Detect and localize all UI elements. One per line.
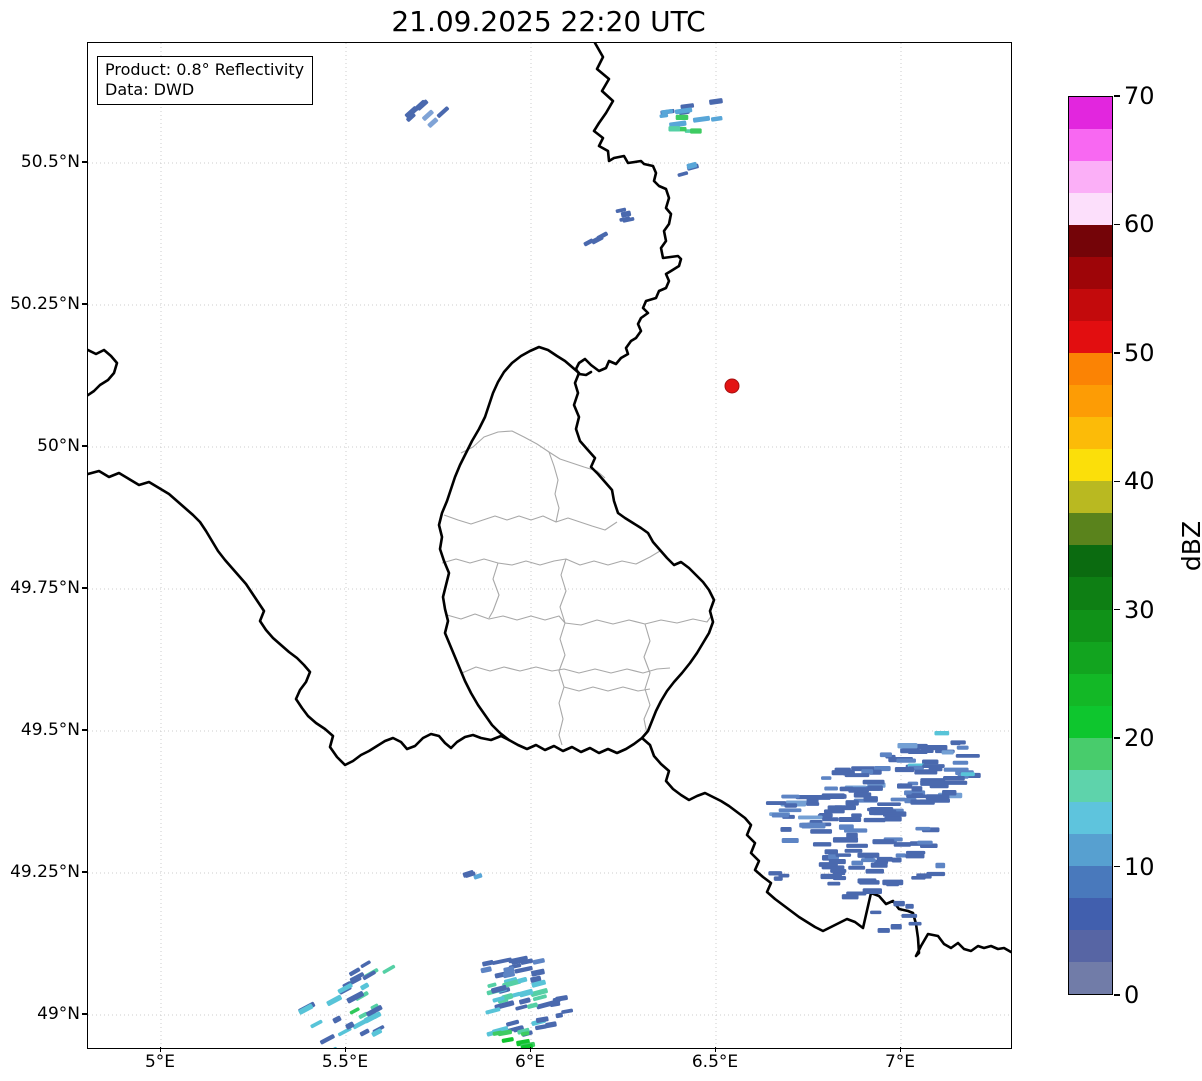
colorbar-segment — [1069, 289, 1112, 322]
echo-cluster-se-main — [765, 730, 981, 847]
colorbar-segment — [1069, 417, 1112, 450]
colorbar-segment — [1069, 641, 1112, 674]
colorbar-tick-mark — [1114, 737, 1120, 739]
y-tick-label: 49.5°N — [20, 720, 80, 740]
colorbar-segment — [1069, 321, 1112, 354]
colorbar-segment — [1069, 961, 1112, 994]
echo-cluster-west-dash — [462, 869, 483, 880]
echo-cluster-sw-main — [298, 972, 385, 1048]
colorbar-tick-mark — [1114, 95, 1120, 97]
radar-site-marker — [724, 378, 740, 394]
colorbar-unit-label: dBZ — [1177, 520, 1202, 572]
radar-echoes — [298, 98, 981, 1048]
grid-lines — [88, 43, 1011, 1048]
colorbar-tick-label: 10 — [1124, 852, 1155, 881]
colorbar-segment — [1069, 929, 1112, 962]
echo-cluster-se-border-dash — [768, 871, 790, 881]
colorbar-segment — [1069, 257, 1112, 290]
colorbar-segment — [1069, 705, 1112, 738]
y-tick-label: 49.25°N — [10, 862, 80, 882]
colorbar-tick-mark — [1114, 865, 1120, 868]
colorbar-segment — [1069, 801, 1112, 834]
y-tick-mark — [82, 729, 87, 731]
colorbar-segment — [1069, 97, 1112, 130]
y-tick-mark — [82, 161, 87, 163]
echo-cluster-north-dash — [677, 161, 699, 177]
colorbar-segment — [1069, 513, 1112, 546]
colorbar-segment — [1069, 897, 1112, 930]
radar-map-canvas — [88, 43, 1011, 1048]
y-tick-mark — [82, 303, 87, 305]
admin-borders-luxembourg-cantons — [441, 430, 713, 746]
echo-cluster-se-small-dashes — [870, 900, 922, 933]
echo-cluster-nw-streak — [404, 99, 450, 128]
x-tick-label: 5.5°E — [321, 1052, 369, 1072]
y-tick-label: 50.25°N — [10, 294, 80, 314]
y-tick-label: 49°N — [37, 1004, 80, 1024]
echo-cluster-south-green — [492, 1029, 536, 1048]
product-info-line1: Product: 0.8° Reflectivity — [105, 60, 305, 79]
colorbar-segment — [1069, 225, 1112, 258]
colorbar-segment — [1069, 449, 1112, 482]
echo-cluster-south-right-dashes — [535, 995, 574, 1031]
colorbar-segment — [1069, 481, 1112, 514]
colorbar-tick-label: 30 — [1124, 595, 1155, 624]
y-tick-mark — [82, 587, 87, 589]
colorbar-segment — [1069, 737, 1112, 770]
echo-cluster-mid-dash-2 — [583, 231, 609, 247]
colorbar-tick-label: 20 — [1124, 724, 1155, 753]
colorbar-segment — [1069, 129, 1112, 162]
colorbar-tick-mark — [1114, 609, 1120, 611]
colorbar-tick-label: 60 — [1124, 210, 1155, 239]
product-info-line2: Data: DWD — [105, 80, 195, 99]
y-tick-label: 50°N — [37, 436, 80, 456]
page-title: 21.09.2025 22:20 UTC — [391, 5, 706, 38]
colorbar-tick-label: 40 — [1124, 467, 1155, 496]
colorbar-segment — [1069, 833, 1112, 866]
product-info-box: Product: 0.8° Reflectivity Data: DWD — [97, 56, 314, 105]
colorbar-segment — [1069, 865, 1112, 898]
echo-cluster-mid-dash-1 — [615, 207, 635, 223]
x-tick-label: 7°E — [884, 1052, 916, 1072]
x-tick-label: 6°E — [514, 1052, 546, 1072]
colorbar-segment — [1069, 769, 1112, 802]
y-tick-mark — [82, 445, 87, 447]
colorbar-segment — [1069, 545, 1112, 578]
y-tick-mark — [82, 871, 87, 873]
colorbar-segment — [1069, 161, 1112, 194]
y-tick-label: 49.75°N — [10, 578, 80, 598]
colorbar-tick-label: 0 — [1124, 981, 1140, 1009]
colorbar-tick-label: 70 — [1124, 82, 1155, 110]
colorbar-segment — [1069, 673, 1112, 706]
colorbar-segment — [1069, 609, 1112, 642]
colorbar-segment — [1069, 353, 1112, 386]
colorbar-tick-mark — [1114, 352, 1120, 354]
colorbar-segment — [1069, 577, 1112, 610]
colorbar-tick-mark — [1114, 223, 1120, 226]
colorbar — [1068, 96, 1113, 995]
colorbar-segment — [1069, 385, 1112, 418]
colorbar-tick-mark — [1114, 480, 1120, 482]
y-tick-mark — [82, 1013, 87, 1015]
x-tick-label: 6.5°E — [691, 1052, 739, 1072]
colorbar-segment — [1069, 193, 1112, 226]
y-tick-label: 50.5°N — [20, 152, 80, 172]
colorbar-tick-label: 50 — [1124, 338, 1155, 367]
colorbar-tick-mark — [1114, 994, 1120, 996]
radar-map-page: { "title": "21.09.2025 22:20 UTC", "info… — [0, 0, 1202, 1081]
map-plot-area — [87, 42, 1012, 1049]
x-tick-label: 5°E — [144, 1052, 176, 1072]
echo-cluster-north-blob-blue — [659, 98, 723, 128]
